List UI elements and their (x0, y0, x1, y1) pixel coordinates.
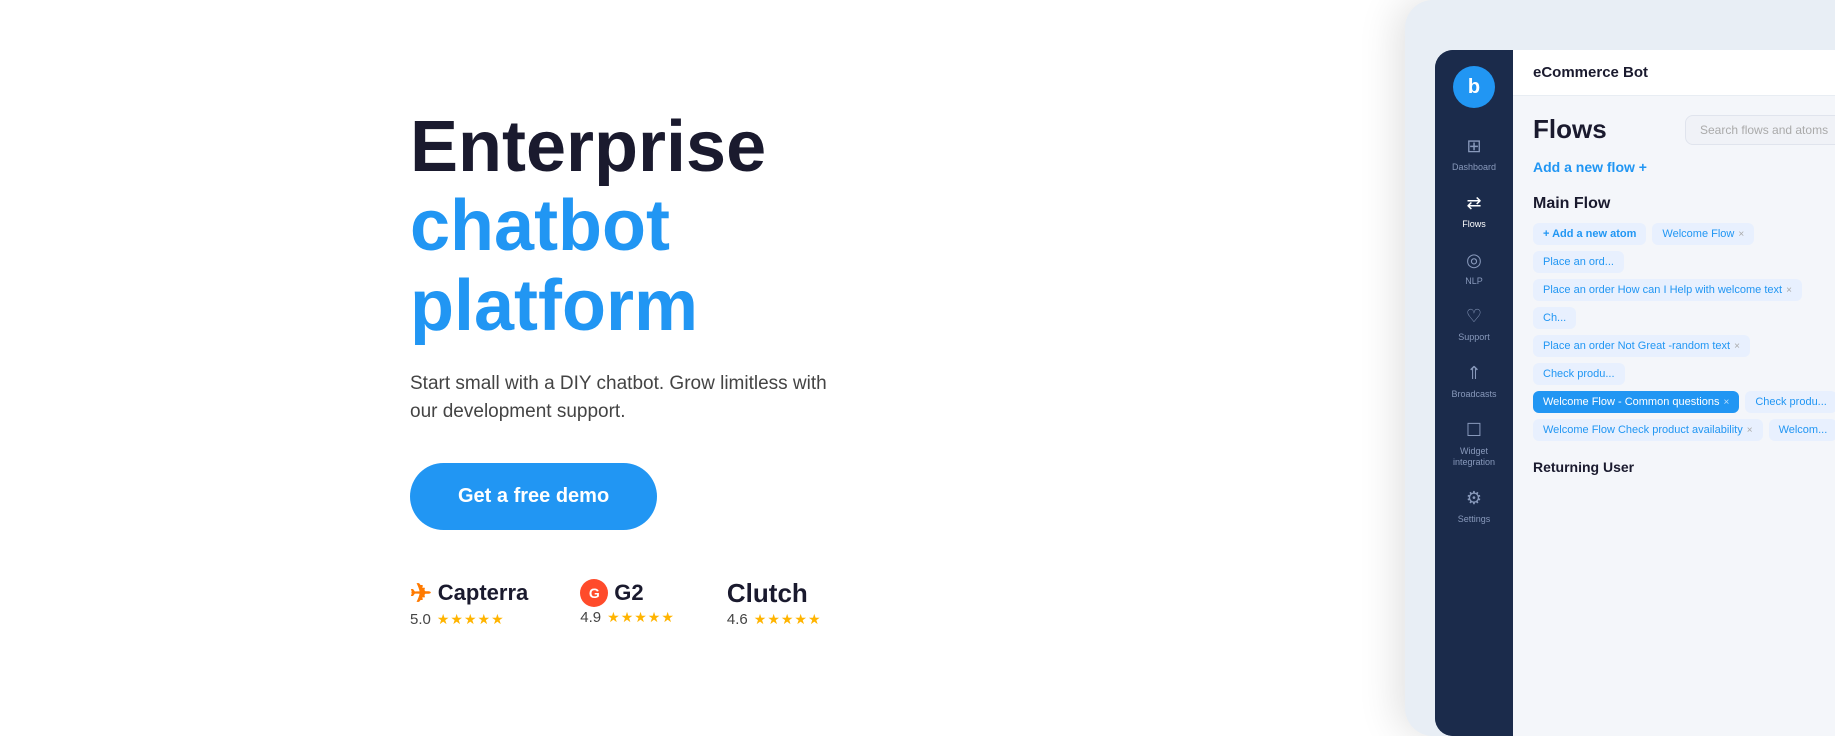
rating-g2: G G2 4.9 ★★★★★ (580, 579, 675, 626)
main-flow-group: Main Flow + Add a new atom Welcome Flow … (1533, 195, 1835, 441)
rating-capterra: ✈ Capterra 5.0 ★★★★★ (410, 578, 528, 628)
atom-check-1[interactable]: Ch... (1533, 307, 1576, 329)
app-main-content: eCommerce Bot Flows Search flows and ato… (1513, 50, 1835, 736)
flows-section: Flows Search flows and atoms Add a new f… (1513, 96, 1835, 736)
page-wrapper: Enterprise chatbot platform Start small … (0, 0, 1835, 736)
capterra-label: Capterra (438, 580, 528, 606)
flow-row-5: Welcome Flow Check product availability … (1533, 419, 1835, 441)
atom-close-icon-4[interactable]: × (1723, 397, 1729, 408)
rating-clutch: Clutch 4.6 ★★★★★ (727, 578, 822, 628)
sidebar-item-flows[interactable]: ⇄ Flows (1435, 183, 1513, 240)
main-flow-title: Main Flow (1533, 195, 1835, 213)
add-atom-tag[interactable]: + Add a new atom (1533, 223, 1646, 245)
atom-close-icon-3[interactable]: × (1734, 341, 1740, 352)
flows-title: Flows (1533, 114, 1607, 145)
atom-place-order[interactable]: Place an ord... (1533, 251, 1624, 273)
flow-row-2: Place an order How can I Help with welco… (1533, 279, 1835, 329)
sidebar-item-settings[interactable]: ⚙ Settings (1435, 478, 1513, 535)
atom-common-questions[interactable]: Welcome Flow - Common questions × (1533, 391, 1739, 413)
broadcasts-icon: ⇑ (1466, 363, 1481, 384)
sidebar-label-widget: Widget integration (1439, 446, 1509, 468)
app-mockup: b ⊞ Dashboard ⇄ Flows ◎ NLP ♡ (1405, 0, 1835, 736)
atom-check-product-2[interactable]: Check produ... (1745, 391, 1835, 413)
support-icon: ♡ (1466, 306, 1482, 327)
atom-welcome-flow[interactable]: Welcome Flow × (1652, 223, 1754, 245)
capterra-score: 5.0 (410, 611, 431, 628)
atom-close-icon[interactable]: × (1738, 229, 1744, 240)
bot-name: eCommerce Bot (1533, 64, 1648, 81)
flow-row-4: Welcome Flow - Common questions × Check … (1533, 391, 1835, 413)
app-inner: b ⊞ Dashboard ⇄ Flows ◎ NLP ♡ (1435, 50, 1835, 736)
dashboard-icon: ⊞ (1466, 136, 1481, 157)
atom-place-order-help[interactable]: Place an order How can I Help with welco… (1533, 279, 1802, 301)
sidebar-label-broadcasts: Broadcasts (1451, 389, 1496, 400)
flows-title-row: Flows Search flows and atoms (1533, 114, 1835, 145)
app-sidebar: b ⊞ Dashboard ⇄ Flows ◎ NLP ♡ (1435, 50, 1513, 736)
g2-score: 4.9 (580, 609, 601, 626)
atom-welcome-end[interactable]: Welcom... (1769, 419, 1835, 441)
sidebar-label-nlp: NLP (1465, 276, 1483, 287)
sidebar-label-dashboard: Dashboard (1452, 162, 1496, 173)
settings-icon: ⚙ (1466, 488, 1482, 509)
subtitle: Start small with a DIY chatbot. Grow lim… (410, 370, 830, 427)
flow-row-3: Place an order Not Great -random text × … (1533, 335, 1835, 385)
atom-close-icon-5[interactable]: × (1747, 425, 1753, 436)
screenshot-area: b ⊞ Dashboard ⇄ Flows ◎ NLP ♡ (900, 0, 1835, 736)
nlp-icon: ◎ (1466, 250, 1482, 271)
sidebar-item-support[interactable]: ♡ Support (1435, 296, 1513, 353)
sidebar-label-flows: Flows (1462, 219, 1486, 230)
capterra-icon: ✈ (410, 578, 432, 609)
g2-icon: G (580, 579, 608, 607)
g2-label: G2 (614, 580, 643, 606)
headline-line1: Enterprise (410, 108, 840, 187)
sidebar-label-settings: Settings (1458, 514, 1491, 525)
g2-stars: ★★★★★ (607, 609, 675, 626)
sidebar-item-nlp[interactable]: ◎ NLP (1435, 240, 1513, 297)
app-header: eCommerce Bot (1513, 50, 1835, 96)
clutch-label: Clutch (727, 578, 808, 609)
content-area: Enterprise chatbot platform Start small … (0, 108, 900, 628)
headline-line2: chatbot platform (410, 187, 840, 345)
sidebar-item-dashboard[interactable]: ⊞ Dashboard (1435, 126, 1513, 183)
sidebar-label-support: Support (1458, 332, 1490, 343)
app-logo: b (1453, 66, 1495, 108)
returning-user-title: Returning User (1533, 459, 1835, 475)
widget-icon: ☐ (1466, 420, 1482, 441)
atom-close-icon-2[interactable]: × (1786, 285, 1792, 296)
cta-button[interactable]: Get a free demo (410, 463, 657, 530)
add-flow-label: Add a new flow + (1533, 159, 1647, 175)
flow-row-1: + Add a new atom Welcome Flow × Place an… (1533, 223, 1835, 273)
add-flow-button[interactable]: Add a new flow + (1533, 159, 1835, 175)
sidebar-item-broadcasts[interactable]: ⇑ Broadcasts (1435, 353, 1513, 410)
ratings-row: ✈ Capterra 5.0 ★★★★★ G G2 4.9 ★★★★★ (410, 578, 840, 628)
search-placeholder: Search flows and atoms (1700, 123, 1828, 137)
atom-check-product-1[interactable]: Check produ... (1533, 363, 1625, 385)
search-box[interactable]: Search flows and atoms (1685, 115, 1835, 145)
flows-icon: ⇄ (1466, 193, 1481, 214)
capterra-stars: ★★★★★ (437, 611, 505, 628)
atom-check-availability[interactable]: Welcome Flow Check product availability … (1533, 419, 1763, 441)
atom-place-order-random[interactable]: Place an order Not Great -random text × (1533, 335, 1750, 357)
clutch-score: 4.6 (727, 611, 748, 628)
sidebar-item-widget[interactable]: ☐ Widget integration (1435, 410, 1513, 478)
clutch-stars: ★★★★★ (754, 611, 822, 628)
